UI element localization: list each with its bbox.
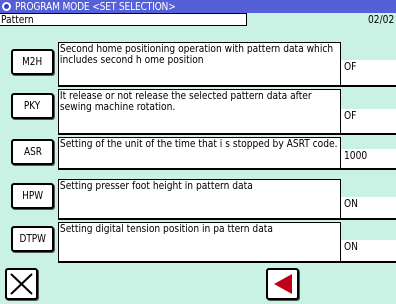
pky-button-label: PKY (24, 99, 41, 112)
title-bar: PROGRAM MODE <SET SELECTION> (0, 0, 396, 13)
hpw-description: Setting presser foot height in pattern d… (58, 179, 341, 220)
m2h-button-label: M2H (22, 55, 43, 68)
pattern-field: Pattern (0, 13, 247, 26)
m2h-value: OF (341, 60, 396, 87)
dtpw-value: ON (341, 240, 396, 263)
triangle-left-icon (274, 274, 292, 294)
hpw-value: ON (341, 197, 396, 220)
back-button[interactable] (266, 268, 299, 300)
asr-value: 1000 (341, 149, 396, 170)
mode-indicator-icon (2, 2, 11, 11)
pky-description: It release or not release the selected p… (58, 89, 341, 135)
asr-button[interactable]: ASR (11, 139, 54, 165)
screen-title: PROGRAM MODE <SET SELECTION> (15, 0, 176, 13)
dtpw-button[interactable]: DTPW (11, 226, 54, 252)
asr-description: Setting of the unit of the time that i s… (58, 137, 341, 170)
dtpw-description: Setting digital tension position in pa t… (58, 222, 341, 263)
pky-button[interactable]: PKY (11, 93, 54, 119)
hpw-button[interactable]: HPW (11, 183, 54, 209)
pky-value: OF (341, 109, 396, 135)
dtpw-button-label: DTPW (19, 232, 46, 245)
pattern-label: Pattern (1, 13, 34, 26)
m2h-description: Second home positioning operation with p… (58, 42, 341, 87)
hpw-button-label: HPW (22, 189, 43, 202)
asr-button-label: ASR (23, 145, 42, 158)
close-x-icon (10, 273, 33, 295)
close-button[interactable] (5, 268, 38, 300)
m2h-button[interactable]: M2H (11, 49, 54, 75)
page-indicator: 02/02 (368, 13, 395, 26)
